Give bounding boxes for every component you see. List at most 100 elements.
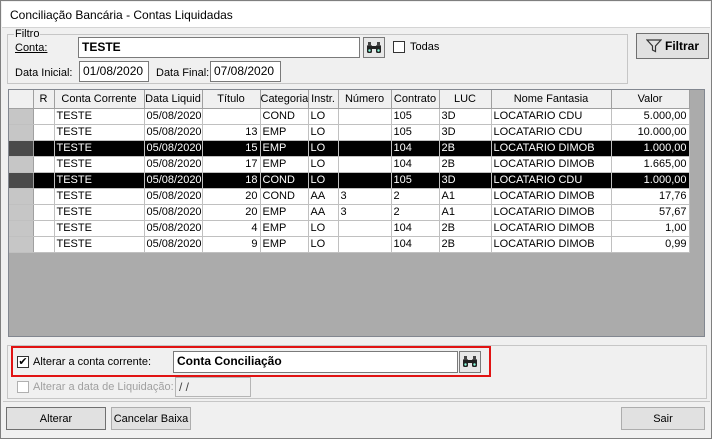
cell-titulo: 4 bbox=[202, 220, 261, 237]
cancelar-baixa-button[interactable]: Cancelar Baixa bbox=[111, 407, 191, 430]
cell-categoria: EMP bbox=[260, 124, 309, 141]
cell-titulo: 18 bbox=[202, 172, 261, 189]
cell-titulo bbox=[202, 108, 261, 125]
table-row[interactable]: TESTE 05/08/2020 4 EMP LO 104 2B LOCATAR… bbox=[9, 220, 690, 237]
cell-valor: 1,00 bbox=[611, 220, 690, 237]
table-row[interactable]: TESTE 05/08/2020 15 EMP LO 104 2B LOCATA… bbox=[9, 140, 690, 157]
column-header[interactable]: Nome Fantasia bbox=[491, 90, 612, 109]
row-selector[interactable] bbox=[9, 140, 34, 157]
row-selector[interactable] bbox=[9, 156, 34, 173]
row-selector[interactable] bbox=[9, 188, 34, 205]
column-header[interactable]: Valor bbox=[611, 90, 690, 109]
column-header[interactable]: Contrato bbox=[391, 90, 440, 109]
alterar-data-input[interactable]: / / bbox=[175, 377, 251, 397]
table-row[interactable]: TESTE 05/08/2020 20 COND AA 3 2 A1 LOCAT… bbox=[9, 188, 690, 205]
cell-contrato: 2 bbox=[391, 188, 440, 205]
table-row[interactable]: TESTE 05/08/2020 13 EMP LO 105 3D LOCATA… bbox=[9, 124, 690, 141]
row-selector[interactable] bbox=[9, 172, 34, 189]
cell-r bbox=[33, 204, 55, 221]
results-table: R Conta Corrente Data Liquid Título Cate… bbox=[9, 90, 690, 253]
cell-conta: TESTE bbox=[54, 220, 145, 237]
todas-checkbox[interactable] bbox=[393, 41, 405, 53]
cell-instr: LO bbox=[308, 140, 339, 157]
cell-luc: 2B bbox=[439, 236, 492, 253]
binoculars-icon bbox=[367, 41, 381, 53]
cell-luc: A1 bbox=[439, 204, 492, 221]
cell-luc: A1 bbox=[439, 188, 492, 205]
cell-instr: LO bbox=[308, 220, 339, 237]
filtrar-button[interactable]: Filtrar bbox=[636, 33, 709, 59]
cell-categoria: COND bbox=[260, 188, 309, 205]
search-alterar-conta-button[interactable] bbox=[459, 351, 481, 373]
alterar-conta-input[interactable]: Conta Conciliação bbox=[173, 351, 458, 373]
cell-contrato: 104 bbox=[391, 236, 440, 253]
search-conta-button[interactable] bbox=[363, 37, 385, 58]
table-row[interactable]: TESTE 05/08/2020 20 EMP AA 3 2 A1 LOCATA… bbox=[9, 204, 690, 221]
sair-label: Sair bbox=[653, 412, 673, 425]
row-selector[interactable] bbox=[9, 204, 34, 221]
cell-contrato: 104 bbox=[391, 220, 440, 237]
results-grid[interactable]: R Conta Corrente Data Liquid Título Cate… bbox=[8, 89, 705, 337]
cell-numero: 3 bbox=[338, 204, 392, 221]
cell-titulo: 15 bbox=[202, 140, 261, 157]
table-row[interactable]: TESTE 05/08/2020 18 COND LO 105 3D LOCAT… bbox=[9, 172, 690, 189]
cell-data: 05/08/2020 bbox=[144, 236, 203, 253]
cell-luc: 3D bbox=[439, 172, 492, 189]
cell-numero bbox=[338, 156, 392, 173]
data-inicial-label: Data Inicial: bbox=[15, 67, 73, 79]
cancelar-baixa-label: Cancelar Baixa bbox=[113, 412, 189, 425]
cell-nome: LOCATARIO DIMOB bbox=[491, 156, 612, 173]
cell-nome: LOCATARIO DIMOB bbox=[491, 204, 612, 221]
cell-r bbox=[33, 172, 55, 189]
cell-numero bbox=[338, 124, 392, 141]
cell-conta: TESTE bbox=[54, 188, 145, 205]
row-selector[interactable] bbox=[9, 124, 34, 141]
cell-numero: 3 bbox=[338, 188, 392, 205]
data-final-label: Data Final: bbox=[156, 67, 210, 79]
column-header[interactable]: R bbox=[33, 90, 55, 109]
cell-valor: 0,99 bbox=[611, 236, 690, 253]
table-row[interactable]: TESTE 05/08/2020 17 EMP LO 104 2B LOCATA… bbox=[9, 156, 690, 173]
cell-conta: TESTE bbox=[54, 108, 145, 125]
cell-data: 05/08/2020 bbox=[144, 204, 203, 221]
cell-conta: TESTE bbox=[54, 124, 145, 141]
column-header[interactable]: Conta Corrente bbox=[54, 90, 145, 109]
cell-instr: LO bbox=[308, 108, 339, 125]
column-header[interactable]: LUC bbox=[439, 90, 492, 109]
column-header[interactable]: Categoria bbox=[260, 90, 309, 109]
cell-luc: 3D bbox=[439, 124, 492, 141]
column-header[interactable]: Data Liquid bbox=[144, 90, 203, 109]
cell-instr: AA bbox=[308, 204, 339, 221]
cell-numero bbox=[338, 236, 392, 253]
cell-valor: 10.000,00 bbox=[611, 124, 690, 141]
column-header[interactable]: Número bbox=[338, 90, 392, 109]
alterar-button[interactable]: Alterar bbox=[6, 407, 106, 430]
sair-button[interactable]: Sair bbox=[621, 407, 705, 430]
cell-instr: LO bbox=[308, 236, 339, 253]
cell-contrato: 104 bbox=[391, 140, 440, 157]
cell-r bbox=[33, 188, 55, 205]
main-window: Conciliação Bancária - Contas Liquidadas… bbox=[0, 0, 712, 439]
conta-input[interactable]: TESTE bbox=[78, 37, 360, 58]
row-selector[interactable] bbox=[9, 108, 34, 125]
cell-contrato: 104 bbox=[391, 156, 440, 173]
cell-valor: 5.000,00 bbox=[611, 108, 690, 125]
cell-titulo: 20 bbox=[202, 188, 261, 205]
row-selector[interactable] bbox=[9, 220, 34, 237]
data-final-input[interactable]: 07/08/2020 bbox=[210, 61, 281, 82]
column-header[interactable]: Instr. bbox=[308, 90, 339, 109]
data-inicial-input[interactable]: 01/08/2020 bbox=[79, 61, 149, 82]
row-selector[interactable] bbox=[9, 236, 34, 253]
cell-categoria: EMP bbox=[260, 236, 309, 253]
cell-categoria: COND bbox=[260, 172, 309, 189]
alterar-conta-checkbox[interactable]: ✔ bbox=[17, 356, 29, 368]
cell-r bbox=[33, 140, 55, 157]
cell-conta: TESTE bbox=[54, 172, 145, 189]
alterar-data-checkbox[interactable] bbox=[17, 381, 29, 393]
table-row[interactable]: TESTE 05/08/2020 COND LO 105 3D LOCATARI… bbox=[9, 108, 690, 125]
table-row[interactable]: TESTE 05/08/2020 9 EMP LO 104 2B LOCATAR… bbox=[9, 236, 690, 253]
column-header[interactable]: Título bbox=[202, 90, 261, 109]
cell-luc: 3D bbox=[439, 108, 492, 125]
cell-nome: LOCATARIO CDU bbox=[491, 172, 612, 189]
cell-nome: LOCATARIO DIMOB bbox=[491, 220, 612, 237]
